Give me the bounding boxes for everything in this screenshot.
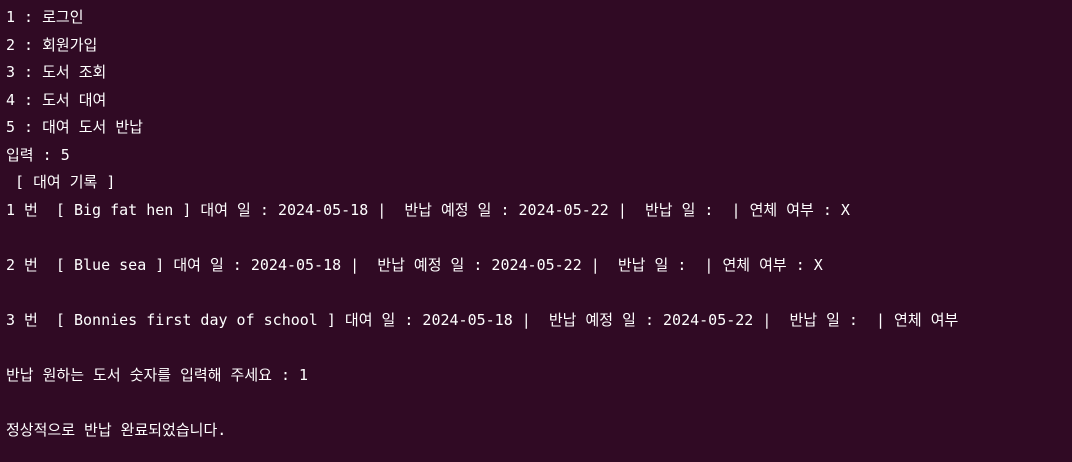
terminal-window[interactable]: 1 : 로그인 2 : 회원가입 3 : 도서 조회 4 : 도서 대여 5 :…: [0, 0, 1072, 462]
menu-line-login: 1 : 로그인: [6, 8, 84, 26]
rental-record-line: 3 번 [ Bonnies first day of school ] 대여 일…: [6, 310, 959, 329]
menu-line-book-return: 5 : 대여 도서 반납: [6, 118, 143, 136]
menu-line-book-search: 3 : 도서 조회: [6, 63, 107, 81]
menu-line-book-rent: 4 : 도서 대여: [6, 90, 107, 109]
input-line: 입력 : 5: [6, 145, 70, 164]
return-prompt-line: 반납 원하는 도서 숫자를 입력해 주세요 : 1: [6, 365, 309, 384]
rental-record-line: 1 번 [ Big fat hen ] 대여 일 : 2024-05-18 | …: [6, 200, 850, 219]
return-success-message: 정상적으로 반납 완료되었습니다.: [6, 420, 227, 439]
rental-history-header: [ 대여 기록 ]: [6, 173, 116, 191]
menu-line-signup: 2 : 회원가입: [6, 35, 98, 54]
rental-record-line: 2 번 [ Blue sea ] 대여 일 : 2024-05-18 | 반납 …: [6, 255, 823, 274]
